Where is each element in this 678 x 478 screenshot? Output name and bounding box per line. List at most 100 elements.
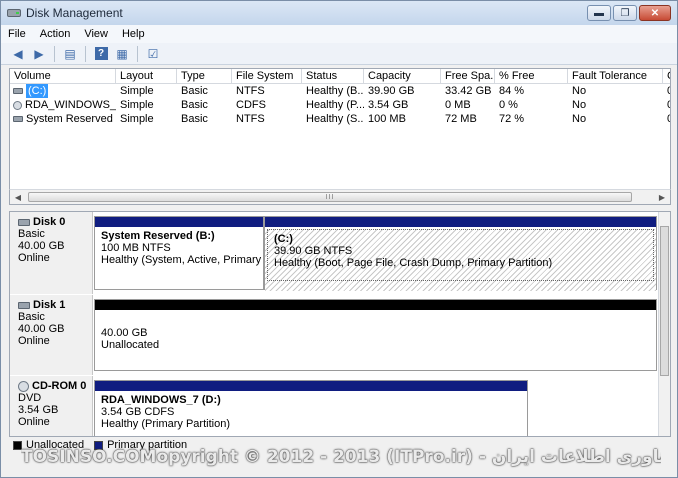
capacity-cell: 39.90 GB: [368, 85, 415, 97]
partition-name: RDA_WINDOWS_7 (D:): [101, 394, 221, 406]
partition-size: 39.90 GB NTFS: [274, 245, 353, 257]
cd-icon: [13, 100, 22, 110]
layout-cell: Simple: [120, 99, 154, 111]
menu-action[interactable]: Action: [33, 25, 78, 43]
horizontal-scrollbar[interactable]: ◀ III ▶: [9, 189, 671, 205]
disk-row: Disk 0 Basic 40.00 GB Online System Rese…: [10, 212, 658, 294]
column-header-capacity[interactable]: Capacity: [364, 69, 441, 83]
column-header-layout[interactable]: Layout: [116, 69, 177, 83]
selected-partition-frame: (C:) 39.90 GB NTFS Healthy (Boot, Page F…: [267, 229, 654, 281]
toolbar-separator: [54, 45, 55, 62]
status-cell: Healthy (P...: [306, 99, 364, 111]
type-cell: Basic: [181, 85, 208, 97]
maximize-button[interactable]: ❐: [613, 5, 637, 21]
partition-system-reserved[interactable]: System Reserved (B:) 100 MB NTFS Healthy…: [94, 216, 264, 290]
back-arrow-icon[interactable]: ◀: [9, 45, 27, 63]
volume-name: (C:): [26, 84, 49, 98]
properties-icon[interactable]: ▦: [113, 45, 131, 63]
file-system-cell: CDFS: [236, 99, 266, 111]
copyright-watermark: TOSINSO.COMopyright © 2012 - 2013 (ITPro…: [21, 447, 661, 467]
disk-name: CD-ROM 0: [32, 380, 87, 392]
file-system-cell: NTFS: [236, 85, 265, 97]
menu-file[interactable]: File: [1, 25, 33, 43]
column-header-percent-free[interactable]: % Free: [495, 69, 568, 83]
column-header-status[interactable]: Status: [302, 69, 364, 83]
disk-state: Online: [18, 416, 50, 428]
title-bar[interactable]: Disk Management ▬ ❐ ✕: [1, 1, 677, 25]
column-header-type[interactable]: Type: [177, 69, 232, 83]
volume-list-header: Volume Layout Type File System Status Ca…: [10, 69, 670, 84]
disk-size: 3.54 GB: [18, 404, 59, 416]
fault-tolerance-cell: No: [572, 113, 587, 125]
menu-view[interactable]: View: [77, 25, 115, 43]
close-button[interactable]: ✕: [639, 5, 671, 21]
percent-free-cell: 0 %: [499, 99, 518, 111]
column-header-file-system[interactable]: File System: [232, 69, 302, 83]
volume-name: RDA_WINDOWS_7...: [25, 99, 116, 111]
scrollbar-thumb[interactable]: III: [28, 192, 632, 202]
fault-tolerance-cell: No: [572, 85, 587, 97]
minimize-button[interactable]: ▬: [587, 5, 611, 21]
free-space-cell: 0 MB: [445, 99, 471, 111]
disk-management-window: Disk Management ▬ ❐ ✕ File Action View H…: [0, 0, 678, 478]
disk-icon: [18, 218, 30, 226]
help-icon[interactable]: ?: [92, 45, 110, 63]
fault-tolerance-cell: No: [572, 99, 587, 111]
console-tree-icon[interactable]: ▤: [61, 45, 79, 63]
window-title: Disk Management: [26, 6, 123, 20]
partition-c-drive[interactable]: (C:) 39.90 GB NTFS Healthy (Boot, Page F…: [264, 216, 657, 291]
partition-cd-drive[interactable]: RDA_WINDOWS_7 (D:) 3.54 GB CDFS Healthy …: [94, 380, 528, 436]
check-list-icon[interactable]: ☑: [144, 45, 162, 63]
overhead-cell: 0: [663, 84, 670, 98]
disk-size: 40.00 GB: [18, 240, 65, 252]
capacity-cell: 100 MB: [368, 113, 406, 125]
disk-label[interactable]: CD-ROM 0 DVD 3.54 GB Online: [10, 376, 93, 436]
vertical-scrollbar[interactable]: [658, 212, 670, 436]
toolbar-separator: [85, 45, 86, 62]
disk-label[interactable]: Disk 1 Basic 40.00 GB Online: [10, 295, 93, 375]
disk-name: Disk 0: [33, 216, 66, 228]
column-header-volume[interactable]: Volume: [10, 69, 116, 83]
volume-name: System Reserved (...: [26, 113, 116, 125]
capacity-cell: 3.54 GB: [368, 99, 409, 111]
disk-size: 40.00 GB: [18, 323, 65, 335]
percent-free-cell: 84 %: [499, 85, 525, 97]
overhead-cell: 0: [663, 98, 670, 112]
disk-row: CD-ROM 0 DVD 3.54 GB Online RDA_WINDOWS_…: [10, 376, 658, 436]
scroll-left-icon[interactable]: ◀: [10, 190, 26, 204]
partition-size: 40.00 GB: [101, 327, 148, 339]
disk-icon: [13, 116, 23, 122]
partition-status: Healthy (Boot, Page File, Crash Dump, Pr…: [274, 257, 553, 269]
percent-free-cell: 72 %: [499, 113, 525, 125]
disk-graph-view: Disk 0 Basic 40.00 GB Online System Rese…: [9, 211, 671, 437]
table-row[interactable]: System Reserved (... Simple Basic NTFS H…: [10, 112, 670, 126]
disk-row: Disk 1 Basic 40.00 GB Online 40.00 GB Un…: [10, 295, 658, 375]
disk-icon: [18, 301, 30, 309]
disk-type: Basic: [18, 228, 45, 240]
layout-cell: Simple: [120, 85, 154, 97]
partition-size: 3.54 GB CDFS: [101, 406, 175, 418]
column-header-fault-tolerance[interactable]: Fault Tolerance: [568, 69, 663, 83]
scroll-right-icon[interactable]: ▶: [654, 190, 670, 204]
disk-label[interactable]: Disk 0 Basic 40.00 GB Online: [10, 212, 93, 294]
partition-unallocated[interactable]: 40.00 GB Unallocated: [94, 299, 657, 371]
disk-state: Online: [18, 335, 50, 347]
disk-type: DVD: [18, 392, 42, 404]
menu-bar: File Action View Help: [1, 25, 677, 43]
free-space-cell: 33.42 GB: [445, 85, 492, 97]
disk-state: Online: [18, 252, 50, 264]
column-header-overhead[interactable]: C: [663, 69, 670, 83]
disk-name: Disk 1: [33, 299, 66, 311]
partition-status: Healthy (Primary Partition): [101, 418, 230, 430]
menu-help[interactable]: Help: [115, 25, 152, 43]
partition-size: 100 MB NTFS: [101, 242, 171, 254]
table-row[interactable]: (C:) Simple Basic NTFS Healthy (B... 39.…: [10, 84, 670, 98]
disk-type: Basic: [18, 311, 45, 323]
column-header-free-space[interactable]: Free Spa...: [441, 69, 495, 83]
table-row[interactable]: RDA_WINDOWS_7... Simple Basic CDFS Healt…: [10, 98, 670, 112]
scrollbar-thumb[interactable]: [660, 226, 669, 376]
status-cell: Healthy (S...: [306, 113, 364, 125]
forward-arrow-icon[interactable]: ▶: [30, 45, 48, 63]
toolbar-separator: [137, 45, 138, 62]
disk-icon: [13, 88, 23, 94]
